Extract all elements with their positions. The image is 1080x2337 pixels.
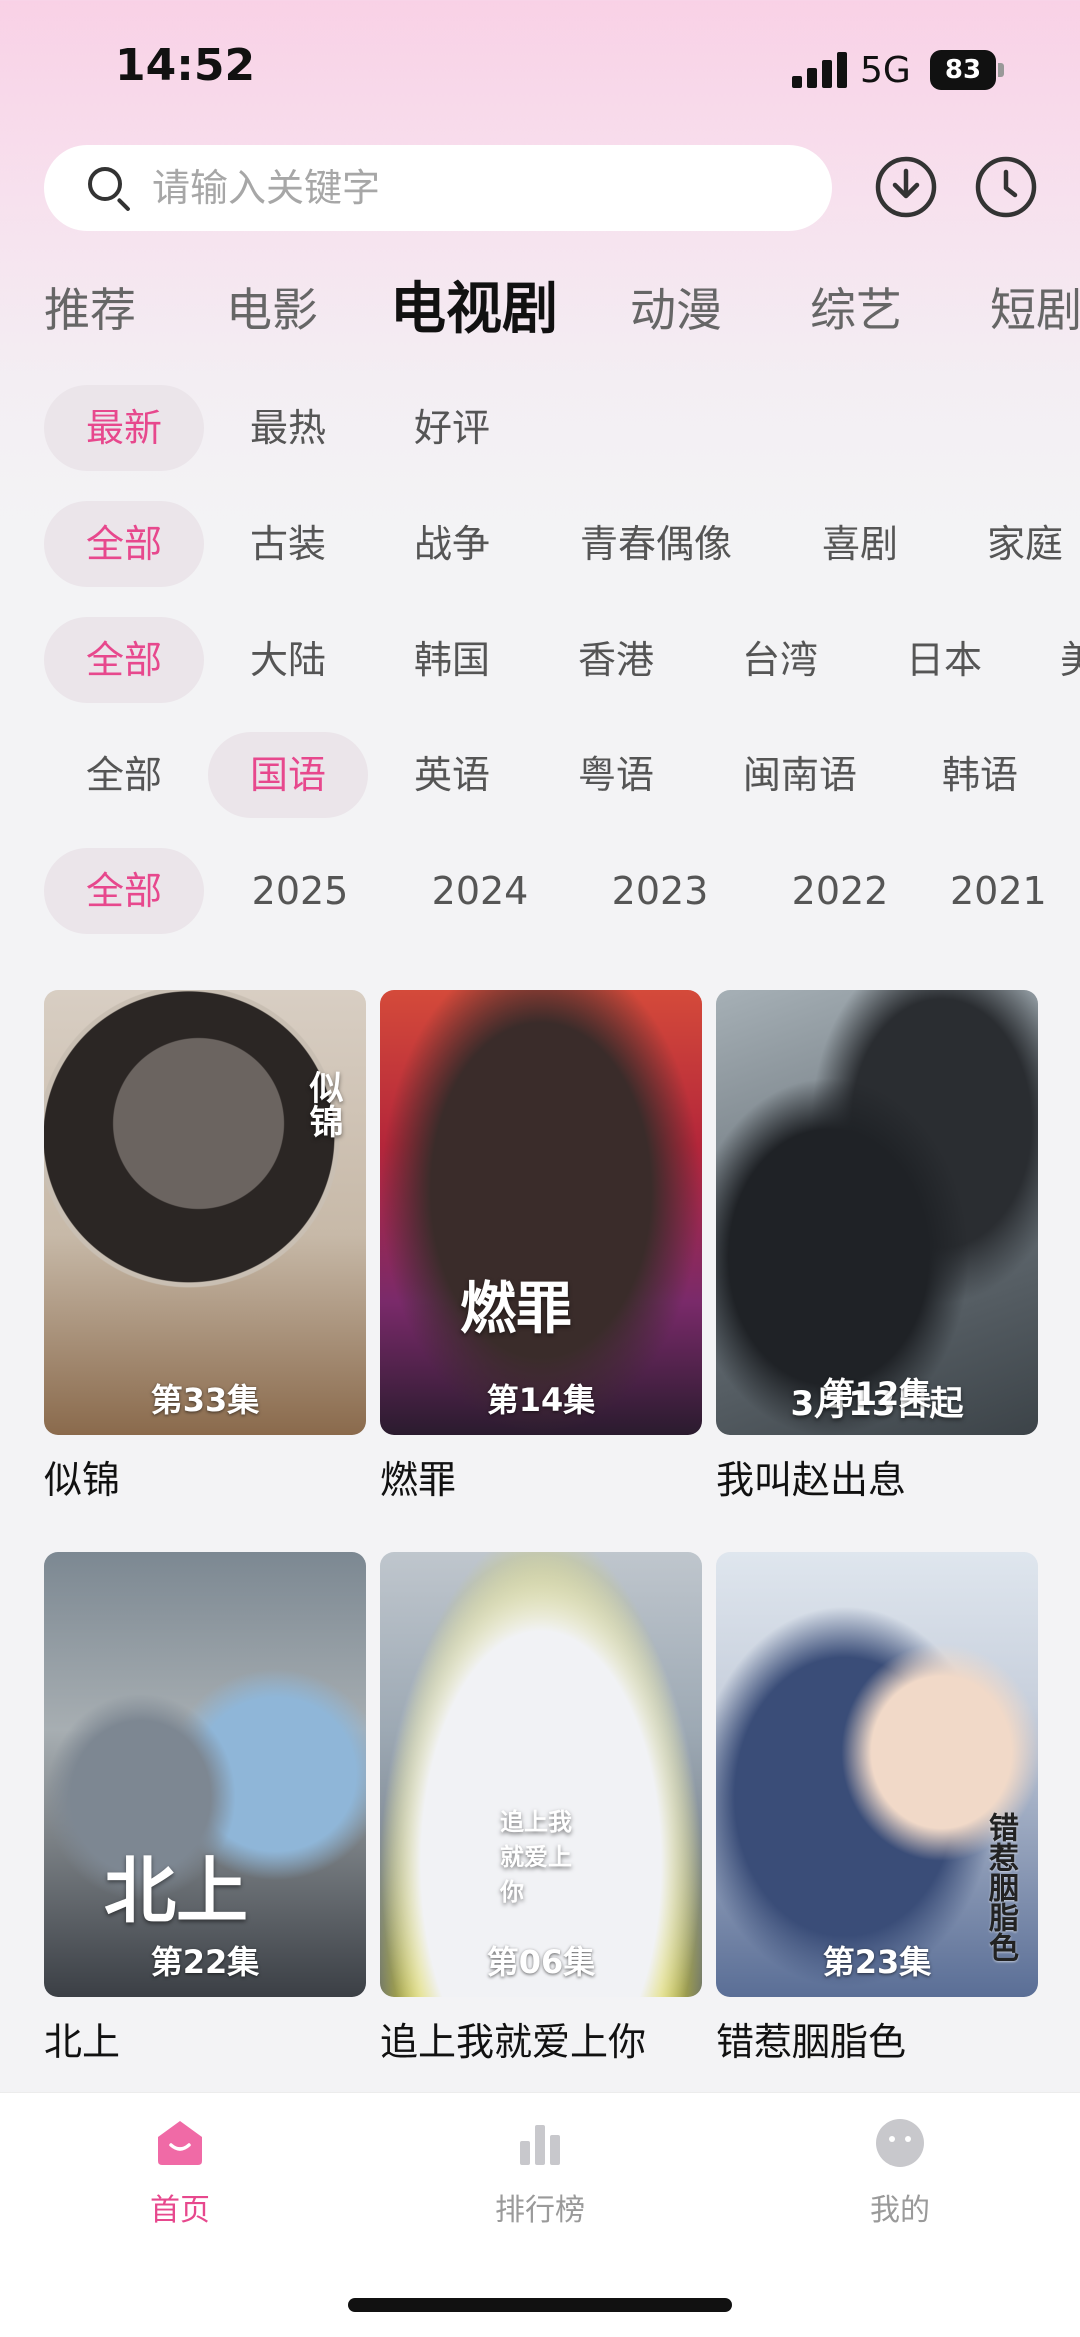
chip-language-hokkien[interactable]: 闽南语: [710, 732, 890, 818]
nav-label: 我的: [870, 2193, 930, 2228]
show-title[interactable]: 追上我就爱上你: [380, 2011, 702, 2066]
chip-year-2024[interactable]: 2024: [400, 848, 560, 934]
filter-row-year: 全部 2025 2024 2023 2022 2021: [0, 848, 1080, 936]
nav-label: 首页: [150, 2193, 210, 2228]
nav-profile[interactable]: 我的: [800, 2115, 1000, 2229]
profile-icon: [876, 2119, 924, 2167]
filter-row-genre: 全部 古装 战争 青春偶像 喜剧 家庭: [0, 501, 1080, 589]
chip-genre-youth[interactable]: 青春偶像: [556, 501, 756, 587]
tab-recommend[interactable]: 推荐: [44, 270, 136, 350]
ranking-icon: [520, 2125, 560, 2165]
show-title[interactable]: 我叫赵出息: [716, 1449, 1038, 1504]
search-input[interactable]: [152, 166, 752, 210]
filter-row-region: 全部 大陆 韩国 香港 台湾 日本 美: [0, 617, 1080, 705]
chip-year-all[interactable]: 全部: [44, 848, 204, 934]
network-label: 5G: [860, 50, 911, 91]
chip-year-2022[interactable]: 2022: [760, 848, 920, 934]
battery-level: 83: [930, 50, 996, 90]
tab-tv-series[interactable]: 电视剧: [390, 270, 558, 350]
poster-title-text: 似锦: [303, 1070, 343, 1138]
chip-region-japan[interactable]: 日本: [864, 617, 1024, 703]
status-time: 14:52: [115, 40, 256, 91]
chip-region-us[interactable]: 美: [1060, 617, 1080, 703]
chip-genre-comedy[interactable]: 喜剧: [780, 501, 940, 587]
chip-region-korea[interactable]: 韩国: [372, 617, 532, 703]
chip-year-2025[interactable]: 2025: [220, 848, 380, 934]
show-card[interactable]: 燃罪 第14集 燃罪: [380, 990, 702, 1504]
battery-icon: 83: [930, 50, 1004, 90]
chip-language-mandarin[interactable]: 国语: [208, 732, 368, 818]
download-icon[interactable]: [874, 155, 938, 219]
home-indicator[interactable]: [348, 2298, 732, 2312]
poster-title-text: 北上: [104, 1849, 249, 1933]
category-tabs: 推荐 电影 电视剧 动漫 综艺 短剧: [0, 270, 1080, 350]
show-poster[interactable]: 燃罪 第14集: [380, 990, 702, 1435]
episode-badge: 第23集: [822, 1943, 932, 1981]
tab-variety[interactable]: 综艺: [810, 270, 902, 350]
show-card[interactable]: 3月13日起 第12集 我叫赵出息: [716, 990, 1038, 1504]
chip-genre-all[interactable]: 全部: [44, 501, 204, 587]
chip-language-cantonese[interactable]: 粤语: [536, 732, 696, 818]
show-poster[interactable]: 追上我就爱上你 第06集: [380, 1552, 702, 1997]
episode-badge: 第12集: [822, 1375, 932, 1413]
show-card[interactable]: 北上 第22集 北上: [44, 1552, 366, 2066]
show-title[interactable]: 燃罪: [380, 1449, 702, 1504]
history-icon[interactable]: [974, 155, 1038, 219]
chip-region-hongkong[interactable]: 香港: [536, 617, 696, 703]
search-icon: [84, 163, 134, 213]
show-card[interactable]: 错惹胭脂色 第23集 错惹胭脂色: [716, 1552, 1038, 2066]
chip-region-all[interactable]: 全部: [44, 617, 204, 703]
tab-short-drama[interactable]: 短剧: [990, 270, 1080, 350]
show-title[interactable]: 似锦: [44, 1449, 366, 1504]
search-box[interactable]: [44, 145, 832, 231]
chip-sort-top-rated[interactable]: 好评: [372, 385, 532, 471]
chip-genre-war[interactable]: 战争: [372, 501, 532, 587]
show-title[interactable]: 北上: [44, 2011, 366, 2066]
chip-region-taiwan[interactable]: 台湾: [700, 617, 860, 703]
show-title[interactable]: 错惹胭脂色: [716, 2011, 1038, 2066]
episode-badge: 第06集: [486, 1943, 596, 1981]
nav-label: 排行榜: [495, 2193, 585, 2228]
show-poster[interactable]: 似锦 第33集: [44, 990, 366, 1435]
chip-language-korean[interactable]: 韩语: [900, 732, 1060, 818]
episode-badge: 第33集: [150, 1381, 260, 1419]
show-card[interactable]: 追上我就爱上你 第06集 追上我就爱上你: [380, 1552, 702, 2066]
chip-year-2023[interactable]: 2023: [580, 848, 740, 934]
episode-badge: 第14集: [486, 1381, 596, 1419]
filter-row-sort: 最新 最热 好评: [0, 385, 1080, 473]
chip-language-english[interactable]: 英语: [372, 732, 532, 818]
home-icon: [158, 2121, 202, 2165]
show-card[interactable]: 似锦 第33集 似锦: [44, 990, 366, 1504]
chip-year-2021[interactable]: 2021: [940, 848, 1080, 934]
chip-sort-hottest[interactable]: 最热: [208, 385, 368, 471]
nav-home[interactable]: 首页: [80, 2115, 280, 2229]
show-poster[interactable]: 北上 第22集: [44, 1552, 366, 1997]
status-bar: 14:52 5G 83: [0, 0, 1080, 140]
filter-row-language: 全部 国语 英语 粤语 闽南语 韩语: [0, 732, 1080, 820]
show-poster[interactable]: 3月13日起 第12集: [716, 990, 1038, 1435]
chip-genre-costume[interactable]: 古装: [208, 501, 368, 587]
chip-region-mainland[interactable]: 大陆: [208, 617, 368, 703]
poster-title-text: 追上我就爱上你: [500, 1808, 572, 1906]
tab-movies[interactable]: 电影: [226, 270, 318, 350]
chip-genre-family[interactable]: 家庭: [950, 501, 1080, 587]
show-poster[interactable]: 错惹胭脂色 第23集: [716, 1552, 1038, 1997]
chip-language-all[interactable]: 全部: [44, 732, 204, 818]
poster-title-text: 燃罪: [460, 1277, 572, 1342]
episode-badge: 第22集: [150, 1943, 260, 1981]
chip-sort-latest[interactable]: 最新: [44, 385, 204, 471]
tab-anime[interactable]: 动漫: [630, 270, 722, 350]
signal-icon: [792, 52, 848, 88]
nav-ranking[interactable]: 排行榜: [440, 2115, 640, 2229]
